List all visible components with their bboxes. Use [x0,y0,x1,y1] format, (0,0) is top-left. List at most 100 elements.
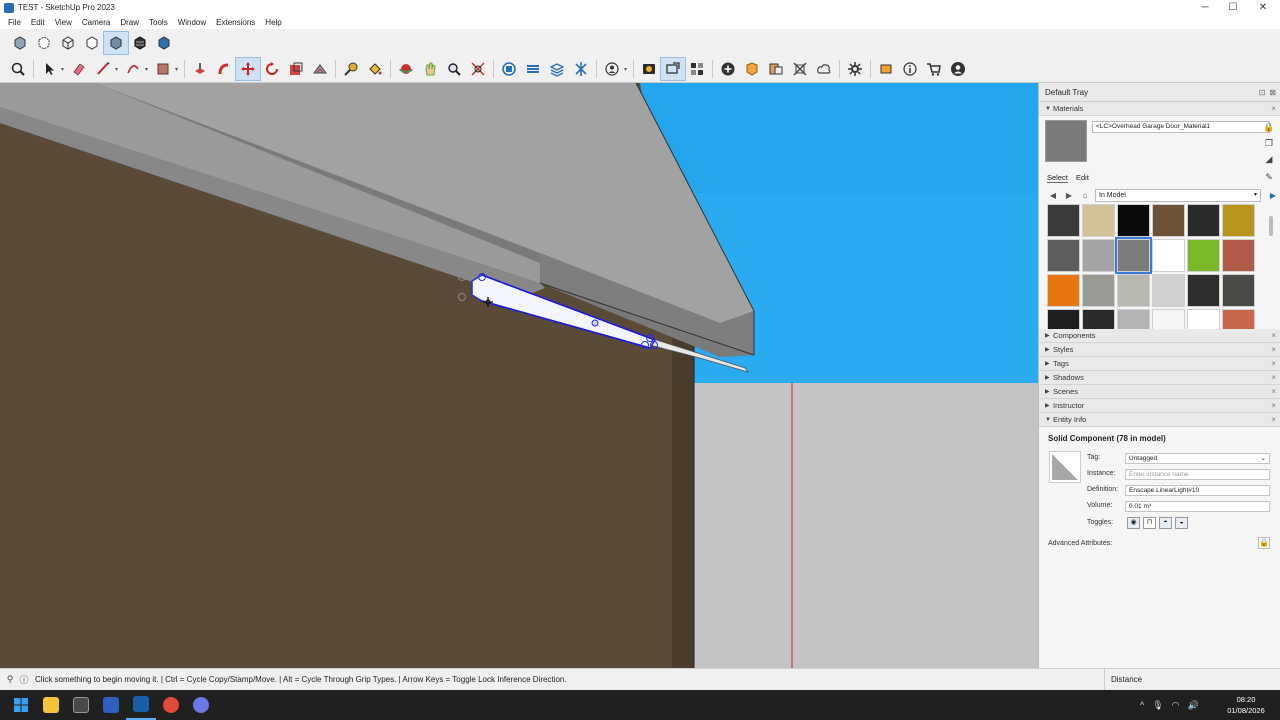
maximize-button[interactable]: ☐ [1218,0,1248,15]
scene-drawing[interactable] [0,83,1038,668]
collection-select[interactable]: In Model ▾ [1095,188,1261,202]
wireframe-icon[interactable] [56,32,80,54]
eraser-tool-icon[interactable] [67,58,91,80]
move-tool-icon[interactable] [235,57,261,81]
chevron-up-icon[interactable]: ^ [1140,700,1144,710]
menu-window[interactable]: Window [173,18,211,27]
tab-select[interactable]: Select [1047,173,1068,183]
render-settings-icon[interactable] [788,58,812,80]
material-swatch[interactable] [1222,274,1255,307]
forward-arrow-icon[interactable]: ▶ [1063,191,1075,200]
details-arrow-icon[interactable]: ▶ [1267,191,1279,200]
zoom-tool-icon[interactable] [442,58,466,80]
extension-manager-icon[interactable] [569,58,593,80]
push-pull-tool-icon[interactable] [188,58,212,80]
material-swatch[interactable] [1082,239,1115,272]
material-swatch[interactable] [1222,204,1255,237]
enscape-start-icon[interactable] [637,58,661,80]
material-swatch[interactable] [1152,274,1185,307]
warehouse-icon[interactable] [497,58,521,80]
network-icon[interactable]: ◠ [1172,700,1180,711]
volume-icon[interactable]: 🔊 [1188,700,1199,711]
menu-draw[interactable]: Draw [115,18,144,27]
definition-input[interactable]: Enscape.LinearLight#10 [1125,485,1270,496]
paint-bucket-tool-icon[interactable] [363,58,387,80]
arc-tool-icon[interactable] [121,58,145,80]
gear-icon[interactable] [843,58,867,80]
info-icon[interactable] [898,58,922,80]
chevron-down-icon[interactable]: ▾ [175,66,181,73]
asset-library-icon[interactable] [740,58,764,80]
close-icon[interactable]: × [1271,387,1276,396]
close-icon[interactable]: × [1271,104,1276,113]
chrome-taskbar-icon[interactable] [156,690,186,720]
close-icon[interactable]: × [1271,415,1276,424]
shaded-icon[interactable] [103,31,129,55]
swatch-scrollbar[interactable] [1269,216,1273,236]
chevron-down-icon[interactable]: ▾ [624,66,630,73]
app-taskbar-icon[interactable] [66,690,96,720]
instance-name-input[interactable]: Enter instance name [1125,469,1270,480]
close-icon[interactable]: × [1271,401,1276,410]
material-swatch[interactable] [1082,274,1115,307]
account-icon[interactable] [600,58,624,80]
follow-me-tool-icon[interactable] [212,58,236,80]
material-name-field[interactable]: <LC>Overhead Garage Door_Material1 [1092,121,1270,133]
search-icon[interactable] [6,58,30,80]
add-icon[interactable] [716,58,740,80]
material-swatch[interactable] [1082,204,1115,237]
material-swatch[interactable] [1047,239,1080,272]
menu-tools[interactable]: Tools [144,18,173,27]
create-material-icon[interactable]: ❐ [1263,137,1275,149]
material-swatch[interactable] [1117,204,1150,237]
panel-components[interactable]: ▶ Components × [1039,329,1280,343]
enscape-sync-icon[interactable] [660,57,686,81]
profile-icon[interactable] [946,58,970,80]
material-swatch[interactable] [1047,204,1080,237]
enscape-views-icon[interactable] [685,58,709,80]
layout-icon[interactable] [545,58,569,80]
rectangle-tool-icon[interactable] [151,58,175,80]
panel-instructor[interactable]: ▶ Instructor × [1039,399,1280,413]
material-swatch[interactable] [1187,204,1220,237]
default-material-icon[interactable]: ◢ [1263,153,1275,165]
shaded-textures-icon[interactable] [128,32,152,54]
material-swatch[interactable] [1115,237,1152,274]
discord-taskbar-icon[interactable] [186,690,216,720]
panel-tags[interactable]: ▶ Tags × [1039,357,1280,371]
tag-select[interactable]: Untagged ⌄ [1125,453,1270,464]
eyedropper-icon[interactable]: ✎ [1263,171,1275,183]
lock-icon[interactable]: 🔒 [1258,537,1270,549]
start-button[interactable] [6,690,36,720]
material-swatch[interactable] [1047,274,1080,307]
back-arrow-icon[interactable]: ◀ [1047,191,1059,200]
monochrome-icon[interactable] [152,32,176,54]
sketchup-taskbar-icon[interactable] [126,690,156,720]
material-swatch[interactable] [1152,239,1185,272]
material-editor-icon[interactable] [764,58,788,80]
model-viewport[interactable] [0,83,1038,668]
panel-shadows[interactable]: ▶ Shadows × [1039,371,1280,385]
visibility-toggle-icon[interactable]: ◉ [1127,517,1140,529]
back-edges-icon[interactable] [32,32,56,54]
cart-icon[interactable] [922,58,946,80]
upload-icon[interactable] [812,58,836,80]
material-swatch[interactable] [1187,239,1220,272]
feedback-icon[interactable] [874,58,898,80]
clock[interactable]: 08:20 01/08/2026 [1222,694,1270,716]
pin-icon[interactable]: ⊡ [1259,88,1266,97]
material-swatch[interactable] [1152,204,1185,237]
extension-warehouse-icon[interactable] [521,58,545,80]
panel-scenes[interactable]: ▶ Scenes × [1039,385,1280,399]
geo-location-icon[interactable]: ⚲ [3,674,17,685]
scale-tool-icon[interactable] [284,58,308,80]
hidden-line-icon[interactable] [80,32,104,54]
panel-entity-info[interactable]: ▼ Entity Info × [1039,413,1280,427]
close-icon[interactable]: × [1271,345,1276,354]
orbit-tool-icon[interactable] [394,58,418,80]
close-icon[interactable]: × [1271,359,1276,368]
pan-tool-icon[interactable] [418,58,442,80]
menu-camera[interactable]: Camera [77,18,115,27]
material-swatch[interactable] [1187,274,1220,307]
xray-style-icon[interactable] [8,32,32,54]
